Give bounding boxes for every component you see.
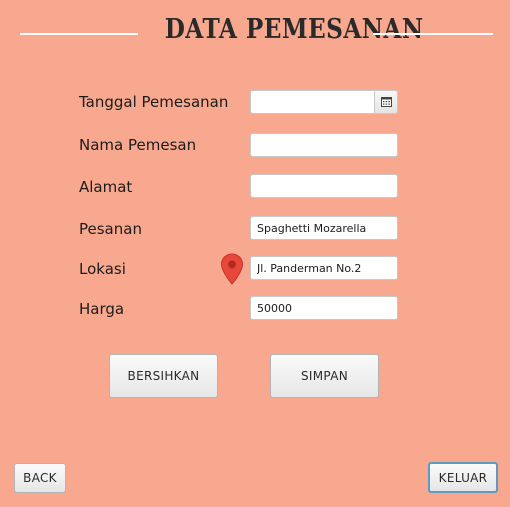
page-title: DATA PEMESANAN [164, 14, 424, 45]
pesanan-label: Pesanan [79, 220, 142, 238]
title-divider-left [20, 33, 138, 35]
alamat-label: Alamat [79, 178, 133, 196]
title-divider-right [373, 33, 493, 35]
header: DATA PEMESANAN [0, 14, 510, 54]
lokasi-input[interactable] [250, 256, 398, 280]
save-button[interactable]: SIMPAN [270, 354, 379, 398]
lokasi-label: Lokasi [79, 260, 126, 278]
harga-input[interactable] [250, 296, 398, 320]
back-button[interactable]: BACK [14, 463, 66, 493]
nama-label: Nama Pemesan [79, 136, 197, 154]
exit-button[interactable]: KELUAR [428, 462, 498, 493]
clear-button[interactable]: BERSIHKAN [109, 354, 218, 398]
tanggal-label: Tanggal Pemesanan [79, 93, 229, 111]
date-picker[interactable] [250, 90, 398, 114]
tanggal-input[interactable] [250, 90, 374, 114]
calendar-icon [380, 97, 392, 107]
alamat-input[interactable] [250, 174, 398, 198]
calendar-button[interactable] [374, 90, 398, 114]
pesanan-input[interactable] [250, 216, 398, 240]
map-pin-icon[interactable] [220, 253, 244, 285]
harga-label: Harga [79, 300, 125, 318]
nama-input[interactable] [250, 133, 398, 157]
